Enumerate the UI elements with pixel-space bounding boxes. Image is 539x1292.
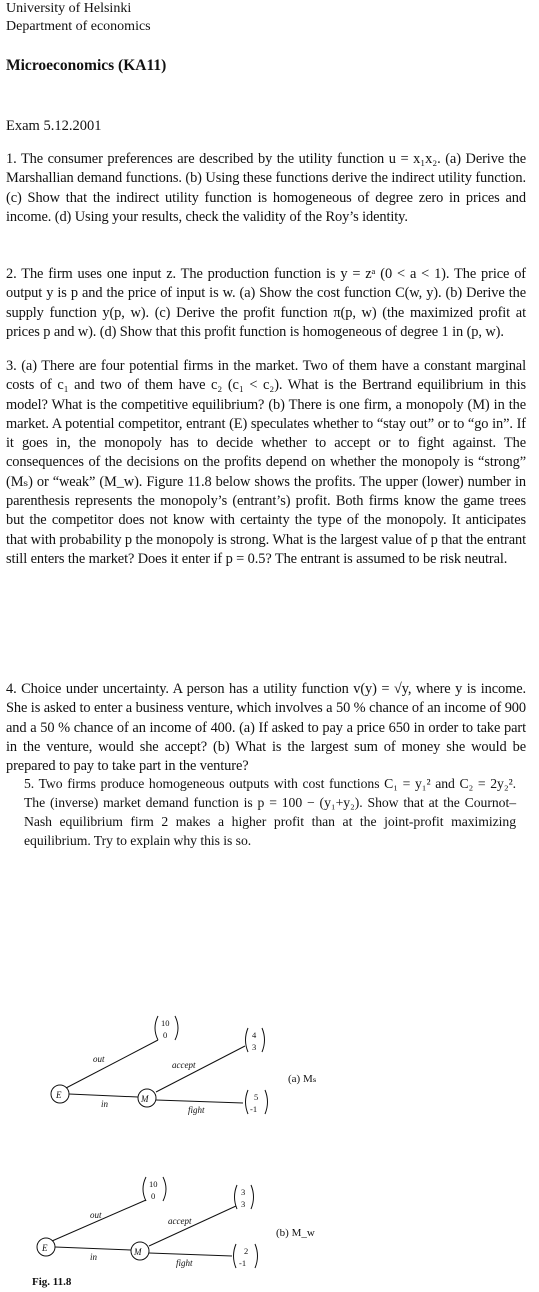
payoff-out-b: 10 0 xyxy=(142,1176,167,1202)
tree-a-label: (a) Mₛ xyxy=(288,1073,317,1085)
svg-text:10: 10 xyxy=(161,1018,170,1028)
branch-out-b: out xyxy=(90,1210,102,1220)
game-trees: E M out in accept fight 10 0 4 3 5 -1 (a… xyxy=(32,1015,317,1288)
branch-fight-b: fight xyxy=(176,1258,193,1268)
svg-text:4: 4 xyxy=(252,1030,257,1040)
tree-b: E M out in accept fight 10 0 3 3 2 -1 (b… xyxy=(36,1176,315,1269)
svg-text:10: 10 xyxy=(149,1179,158,1189)
payoff-fight-a: 5 -1 xyxy=(245,1089,268,1115)
payoff-out-a: 10 0 xyxy=(154,1015,179,1041)
svg-text:3: 3 xyxy=(252,1042,256,1052)
svg-text:2: 2 xyxy=(244,1246,248,1256)
branch-in-b: in xyxy=(90,1252,98,1262)
tree-a: E M out in accept fight 10 0 4 3 5 -1 (a… xyxy=(50,1015,317,1115)
svg-text:5: 5 xyxy=(254,1092,258,1102)
branch-out-a: out xyxy=(93,1054,105,1064)
branch-fight-a: fight xyxy=(188,1105,205,1115)
branch-accept-b: accept xyxy=(168,1216,192,1226)
svg-text:-1: -1 xyxy=(250,1104,257,1114)
svg-text:3: 3 xyxy=(241,1199,245,1209)
svg-text:-1: -1 xyxy=(239,1258,246,1268)
svg-text:3: 3 xyxy=(241,1187,245,1197)
tree-b-label: (b) M_w xyxy=(276,1227,315,1239)
entrant-node-a-label: E xyxy=(55,1090,62,1100)
payoff-accept-b: 3 3 xyxy=(234,1184,254,1210)
svg-text:0: 0 xyxy=(151,1191,155,1201)
branch-accept-a: accept xyxy=(172,1060,196,1070)
monopoly-node-b-label: M xyxy=(133,1247,142,1257)
payoff-fight-b: 2 -1 xyxy=(233,1243,258,1269)
svg-text:0: 0 xyxy=(163,1030,167,1040)
payoff-accept-a: 4 3 xyxy=(245,1027,265,1053)
figure-caption: Fig. 11.8 xyxy=(32,1276,72,1288)
branch-in-a: in xyxy=(101,1099,109,1109)
monopoly-node-a-label: M xyxy=(140,1094,149,1104)
entrant-node-b-label: E xyxy=(41,1243,48,1253)
